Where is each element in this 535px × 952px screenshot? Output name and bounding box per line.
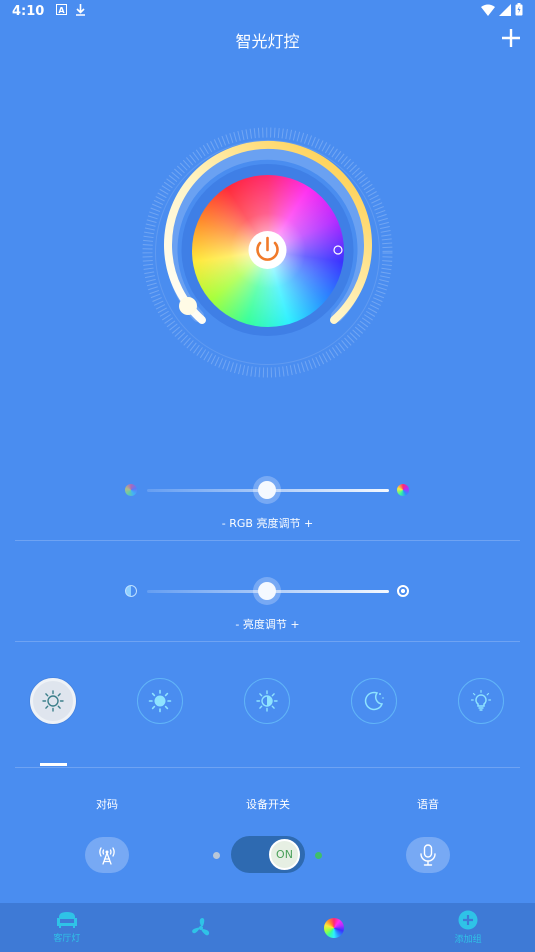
page-title: 智光灯控 xyxy=(235,32,300,51)
switch-label: 设备开关 xyxy=(246,798,290,811)
rgb-min-icon xyxy=(125,484,137,496)
signal-icon xyxy=(499,3,511,20)
svg-text:A: A xyxy=(59,6,66,15)
mode-button-sun-outline[interactable] xyxy=(30,678,76,724)
voice-button[interactable] xyxy=(406,837,450,873)
antenna-tower-icon xyxy=(99,847,115,865)
bulb-icon xyxy=(470,689,492,711)
download-icon xyxy=(75,3,86,19)
sun-outline-icon xyxy=(42,690,64,712)
status-time: 4:10 xyxy=(12,3,45,19)
brightness-min-icon xyxy=(125,585,137,597)
status-bar: 4:10 A xyxy=(0,0,535,22)
bottom-nav: 客厅灯 添加组 xyxy=(0,903,535,952)
plus-icon xyxy=(502,29,520,47)
fan-icon xyxy=(191,917,209,935)
nav-item-color[interactable] xyxy=(268,903,402,952)
toggle-knob[interactable]: ON xyxy=(269,839,300,870)
status-right xyxy=(481,3,523,20)
notification-a-icon: A xyxy=(56,4,68,18)
sun-bright-icon xyxy=(148,689,172,713)
microphone-icon xyxy=(420,844,436,866)
mode-row xyxy=(0,678,535,726)
pair-label: 对码 xyxy=(96,798,118,811)
mode-button-sun-bright[interactable] xyxy=(137,678,183,724)
slider-knob[interactable] xyxy=(258,481,276,499)
moon-icon xyxy=(364,691,384,711)
nav-item-fan[interactable] xyxy=(134,903,268,952)
nav-label: 添加组 xyxy=(454,935,482,945)
mode-button-sun-dim[interactable] xyxy=(244,678,290,724)
mode-indicator xyxy=(40,763,67,766)
nav-item-living-room[interactable]: 客厅灯 xyxy=(0,903,134,952)
mode-button-moon[interactable] xyxy=(351,678,397,724)
mode-button-bulb[interactable] xyxy=(458,678,504,724)
sun-dim-icon xyxy=(256,690,278,712)
rgb-max-icon xyxy=(397,484,409,496)
on-indicator-dot xyxy=(315,852,322,859)
sofa-icon xyxy=(56,912,77,928)
toggle-text: ON xyxy=(276,848,293,861)
color-dial[interactable] xyxy=(135,120,400,385)
slider-knob[interactable] xyxy=(258,582,276,600)
off-indicator-dot xyxy=(213,852,220,859)
battery-icon xyxy=(515,3,523,20)
add-device-button[interactable] xyxy=(499,26,523,50)
wifi-icon xyxy=(481,4,495,20)
rgb-brightness-slider[interactable] xyxy=(0,475,535,505)
add-circle-icon xyxy=(458,910,478,930)
brightness-slider[interactable] xyxy=(0,576,535,606)
brightness-max-icon xyxy=(397,585,409,597)
rgb-slider-label: - RGB 亮度调节 + xyxy=(221,517,314,530)
pair-button[interactable] xyxy=(85,837,129,873)
device-power-toggle[interactable]: ON xyxy=(231,836,305,873)
nav-label: 客厅灯 xyxy=(53,934,81,944)
nav-item-add-group[interactable]: 添加组 xyxy=(401,903,535,952)
voice-label: 语音 xyxy=(417,798,439,811)
divider xyxy=(15,641,520,642)
brightness-slider-label: - 亮度调节 + xyxy=(235,618,300,631)
divider xyxy=(15,540,520,541)
divider xyxy=(15,767,520,768)
color-wheel-icon xyxy=(324,917,345,938)
